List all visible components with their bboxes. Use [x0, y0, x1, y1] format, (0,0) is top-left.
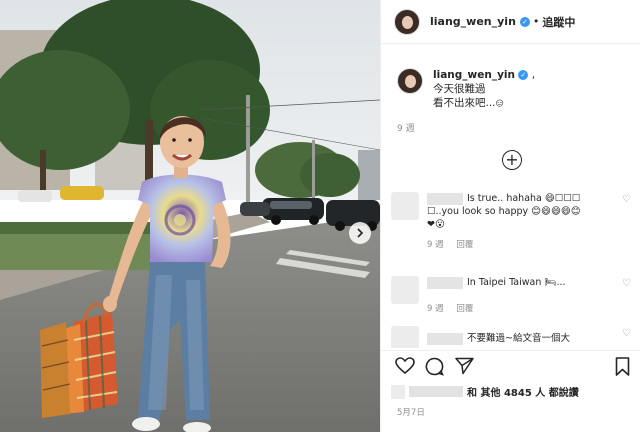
plus-circle-icon: + [505, 150, 519, 169]
comment-body: Is true.. hahaha 😄☐☐☐ ☐..you look so hap… [427, 192, 617, 252]
header-username[interactable]: liang_wen_yin [430, 15, 516, 28]
post-header: liang_wen_yin ✓ • 追蹤中 [381, 0, 640, 44]
comment-body: In Taipei Taiwan 🛏... 9 週 回覆 [427, 276, 617, 316]
comment-like-heart-icon[interactable]: ♡ [622, 328, 631, 339]
comment-text-line: ☐..you look so happy 😊😄😄😄😊 [427, 206, 581, 217]
next-photo-button[interactable] [349, 222, 371, 244]
caption-body: liang_wen_yin ✓ , 今天很難過 看不出來吧...😑 [433, 68, 535, 111]
comment-text-line: Is true.. hahaha 😄☐☐☐ [467, 193, 581, 204]
comment-text-line: 不要難過~給文音一個大 [467, 333, 570, 344]
likes-count-text[interactable]: 和 其他 4845 人 都說讚 [467, 384, 579, 399]
comment-age: 9 週 [427, 240, 444, 250]
comment-text-line: ❤😮 [427, 219, 445, 230]
verified-badge-icon: ✓ [518, 70, 529, 80]
comment-username-blurred[interactable] [427, 276, 463, 289]
comment-item: 不要難過~給文音一個大 ♡ [391, 326, 631, 348]
instagram-post-view: liang_wen_yin ✓ • 追蹤中 liang_wen_yin ✓ , … [0, 0, 640, 432]
comment-like-heart-icon[interactable]: ♡ [622, 194, 631, 205]
caption-line-1: 今天很難過 [433, 83, 486, 95]
post-photo [0, 0, 380, 432]
comment-avatar-blurred[interactable] [391, 276, 419, 304]
reply-button[interactable]: 回覆 [456, 240, 473, 250]
comment-text-line: In Taipei Taiwan 🛏... [467, 277, 566, 288]
post-sidebar: liang_wen_yin ✓ • 追蹤中 liang_wen_yin ✓ , … [380, 0, 640, 432]
street-photo-illustration [0, 0, 380, 432]
caption-username[interactable]: liang_wen_yin [433, 69, 515, 81]
comment-item: In Taipei Taiwan 🛏... 9 週 回覆 ♡ [391, 276, 631, 316]
load-more-comments-button[interactable]: + [502, 150, 522, 170]
heart-icon[interactable] [395, 357, 415, 375]
comment-age: 9 週 [427, 304, 444, 314]
post-caption: liang_wen_yin ✓ , 今天很難過 看不出來吧...😑 9 週 [397, 68, 627, 134]
comment-body: 不要難過~給文音一個大 [427, 326, 617, 348]
comment-item: Is true.. hahaha 😄☐☐☐ ☐..you look so hap… [391, 192, 631, 252]
comment-like-heart-icon[interactable]: ♡ [622, 278, 631, 289]
comment-username-blurred[interactable] [427, 332, 463, 345]
comment-avatar-blurred[interactable] [391, 326, 419, 348]
chevron-right-icon [357, 228, 364, 238]
comment-icon[interactable] [425, 357, 444, 376]
follow-status-button[interactable]: 追蹤中 [542, 14, 575, 30]
comment-username-blurred[interactable] [427, 192, 463, 205]
avatar[interactable] [394, 8, 420, 35]
bookmark-icon[interactable] [615, 357, 630, 376]
caption-age: 9 週 [397, 124, 415, 134]
post-date: 5月7日 [397, 408, 425, 418]
caption-emoji: 😑 [495, 99, 504, 108]
liker-name-blurred[interactable] [409, 386, 463, 397]
caption-comma: , [531, 69, 536, 81]
likes-summary[interactable]: 和 其他 4845 人 都說讚 [391, 384, 579, 399]
liker-avatar-blurred[interactable] [391, 384, 405, 399]
comment-avatar-blurred[interactable] [391, 192, 419, 220]
separator-dot: • [532, 15, 540, 28]
reply-button[interactable]: 回覆 [456, 304, 473, 314]
caption-avatar[interactable] [397, 68, 423, 94]
action-bar [381, 350, 640, 380]
caption-line-2: 看不出來吧... [433, 97, 496, 109]
verified-badge-icon: ✓ [519, 16, 530, 27]
paper-plane-icon[interactable] [455, 357, 474, 375]
